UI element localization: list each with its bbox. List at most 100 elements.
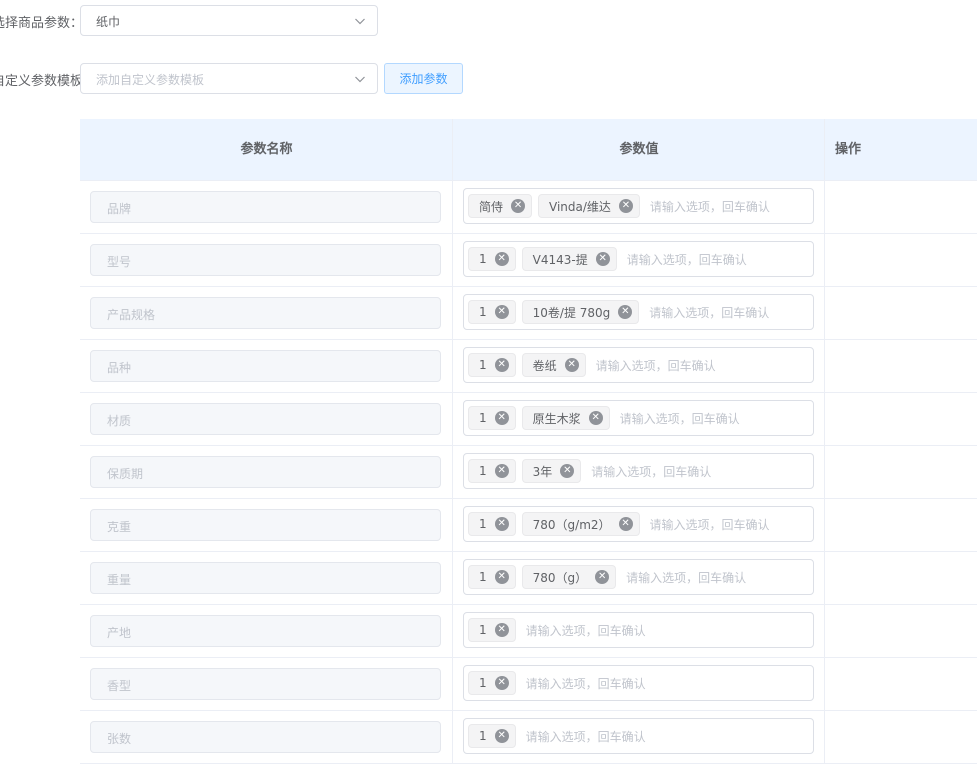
param-name-text: 品种	[107, 361, 132, 375]
table-row: 产地 1 ✕ 请输入选项，回车确认	[80, 605, 977, 658]
value-input-placeholder[interactable]: 请输入选项，回车确认	[526, 675, 646, 692]
value-input-placeholder[interactable]: 请输入选项，回车确认	[649, 304, 769, 321]
param-value-tag-input[interactable]: 1 ✕ 10卷/提 780g ✕ 请输入选项，回车确认	[463, 294, 814, 330]
close-circle-icon[interactable]: ✕	[494, 464, 509, 478]
product-params-select[interactable]: 纸巾	[80, 5, 378, 36]
value-tag-text: 原生木浆	[532, 411, 581, 426]
value-tag-text: 1	[479, 252, 487, 266]
value-tag: 1 ✕	[468, 724, 516, 748]
table-body: 品牌 简侍 ✕ Vinda/维达 ✕ 请输入选项，回车确认 型号 1 ✕ V4143-提 ✕ 请输入选…	[80, 181, 977, 764]
table-row: 克重 1 ✕ 780（g/m2） ✕ 请输入选项，回车确认	[80, 499, 977, 552]
template-select[interactable]: 添加自定义参数模板	[80, 63, 378, 94]
value-input-placeholder[interactable]: 请输入选项，回车确认	[626, 569, 746, 586]
param-value-tag-input[interactable]: 1 ✕ 请输入选项，回车确认	[463, 718, 814, 754]
close-circle-icon[interactable]: ✕	[511, 199, 526, 213]
param-value-tag-input[interactable]: 1 ✕ 请输入选项，回车确认	[463, 665, 814, 701]
value-input-placeholder[interactable]: 请输入选项，回车确认	[650, 198, 770, 215]
value-input-placeholder[interactable]: 请输入选项，回车确认	[650, 516, 770, 533]
param-value-tag-input[interactable]: 1 ✕ 3年 ✕ 请输入选项，回车确认	[463, 453, 814, 489]
param-name-input: 克重	[90, 509, 441, 541]
value-tag-text: 1	[479, 570, 487, 584]
value-tag: 1 ✕	[468, 671, 516, 695]
param-name-text: 产地	[107, 626, 132, 640]
template-placeholder: 添加自定义参数模板	[96, 73, 205, 87]
param-name-text: 型号	[107, 255, 132, 269]
value-tag-text: 1	[479, 676, 487, 690]
table-row: 保质期 1 ✕ 3年 ✕ 请输入选项，回车确认	[80, 446, 977, 499]
param-name-input: 品种	[90, 350, 441, 382]
value-tag-text: 简侍	[479, 199, 504, 214]
close-circle-icon[interactable]: ✕	[494, 411, 509, 425]
param-name-input: 重量	[90, 562, 441, 594]
value-input-placeholder[interactable]: 请输入选项，回车确认	[596, 357, 716, 374]
param-value-tag-input[interactable]: 1 ✕ 卷纸 ✕ 请输入选项，回车确认	[463, 347, 814, 383]
table-row: 品牌 简侍 ✕ Vinda/维达 ✕ 请输入选项，回车确认	[80, 181, 977, 234]
param-name-text: 克重	[107, 520, 132, 534]
param-value-tag-input[interactable]: 简侍 ✕ Vinda/维达 ✕ 请输入选项，回车确认	[463, 188, 814, 224]
close-circle-icon[interactable]: ✕	[494, 517, 509, 531]
value-tag: 1 ✕	[468, 565, 516, 589]
param-name-input: 型号	[90, 244, 441, 276]
value-input-placeholder[interactable]: 请输入选项，回车确认	[627, 251, 747, 268]
chevron-down-icon	[355, 18, 365, 25]
value-tag-text: 1	[479, 729, 487, 743]
value-tag: 1 ✕	[468, 247, 516, 271]
value-tag: 1 ✕	[468, 618, 516, 642]
param-name-text: 张数	[107, 732, 132, 746]
value-tag-text: Vinda/维达	[549, 199, 611, 214]
param-name-input: 产地	[90, 615, 441, 647]
value-tag: 1 ✕	[468, 459, 516, 483]
value-tag: 1 ✕	[468, 353, 516, 377]
table-row: 材质 1 ✕ 原生木浆 ✕ 请输入选项，回车确认	[80, 393, 977, 446]
value-tag: 卷纸 ✕	[521, 353, 586, 377]
header-param-value: 参数值	[619, 142, 659, 157]
close-circle-icon[interactable]: ✕	[618, 199, 633, 213]
param-name-input: 香型	[90, 668, 441, 700]
value-tag: Vinda/维达 ✕	[538, 194, 640, 218]
value-input-placeholder[interactable]: 请输入选项，回车确认	[620, 410, 740, 427]
close-circle-icon[interactable]: ✕	[494, 358, 509, 372]
close-circle-icon[interactable]: ✕	[618, 305, 633, 319]
close-circle-icon[interactable]: ✕	[494, 305, 509, 319]
value-input-placeholder[interactable]: 请输入选项，回车确认	[591, 463, 711, 480]
value-tag-text: 卷纸	[532, 358, 557, 373]
close-circle-icon[interactable]: ✕	[494, 570, 509, 584]
param-value-tag-input[interactable]: 1 ✕ V4143-提 ✕ 请输入选项，回车确认	[463, 241, 814, 277]
chevron-down-icon	[355, 76, 365, 83]
close-circle-icon[interactable]: ✕	[494, 252, 509, 266]
close-circle-icon[interactable]: ✕	[494, 729, 509, 743]
close-circle-icon[interactable]: ✕	[494, 676, 509, 690]
table-header: 参数名称 参数值 操作	[80, 119, 977, 181]
value-input-placeholder[interactable]: 请输入选项，回车确认	[526, 622, 646, 639]
add-param-button[interactable]: 添加参数	[384, 63, 463, 94]
close-circle-icon[interactable]: ✕	[564, 358, 579, 372]
table-row: 香型 1 ✕ 请输入选项，回车确认	[80, 658, 977, 711]
value-input-placeholder[interactable]: 请输入选项，回车确认	[526, 728, 646, 745]
param-value-tag-input[interactable]: 1 ✕ 原生木浆 ✕ 请输入选项，回车确认	[463, 400, 814, 436]
table-row: 型号 1 ✕ V4143-提 ✕ 请输入选项，回车确认	[80, 234, 977, 287]
value-tag: 780（g/m2） ✕	[521, 512, 640, 536]
value-tag: 原生木浆 ✕	[521, 406, 610, 430]
close-circle-icon[interactable]: ✕	[494, 623, 509, 637]
value-tag-text: 1	[479, 305, 487, 319]
value-tag-text: 780（g/m2）	[532, 517, 611, 532]
param-value-tag-input[interactable]: 1 ✕ 请输入选项，回车确认	[463, 612, 814, 648]
value-tag-text: 1	[479, 464, 487, 478]
close-circle-icon[interactable]: ✕	[560, 464, 575, 478]
value-tag: 1 ✕	[468, 300, 516, 324]
value-tag: 3年 ✕	[521, 459, 582, 483]
close-circle-icon[interactable]: ✕	[588, 411, 603, 425]
close-circle-icon[interactable]: ✕	[618, 517, 633, 531]
param-name-input: 品牌	[90, 191, 441, 223]
params-table: 参数名称 参数值 操作 品牌 简侍 ✕ Vinda/维达 ✕ 请输入选项，回车确认 型号 1 ✕…	[80, 119, 977, 764]
value-tag-text: V4143-提	[532, 252, 588, 267]
value-tag-text: 780（g）	[532, 570, 588, 585]
param-value-tag-input[interactable]: 1 ✕ 780（g/m2） ✕ 请输入选项，回车确认	[463, 506, 814, 542]
close-circle-icon[interactable]: ✕	[595, 570, 610, 584]
table-row: 张数 1 ✕ 请输入选项，回车确认	[80, 711, 977, 764]
close-circle-icon[interactable]: ✕	[595, 252, 610, 266]
value-tag: 10卷/提 780g ✕	[521, 300, 640, 324]
product-params-value: 纸巾	[96, 15, 121, 29]
param-name-input: 材质	[90, 403, 441, 435]
param-value-tag-input[interactable]: 1 ✕ 780（g） ✕ 请输入选项，回车确认	[463, 559, 814, 595]
